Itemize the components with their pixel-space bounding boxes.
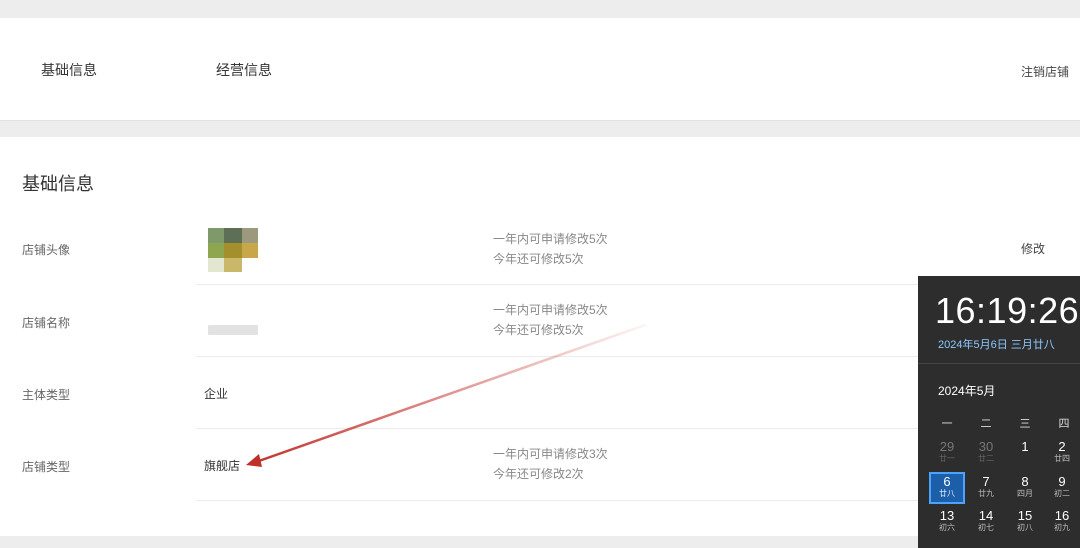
day-number: 15	[1017, 508, 1033, 523]
calendar-day[interactable]: 2 廿四	[1044, 437, 1080, 469]
lunar-date: 廿二	[978, 454, 994, 463]
day-number: 14	[978, 508, 994, 523]
calendar-day[interactable]: 16 初九	[1044, 506, 1080, 538]
day-number: 30	[978, 439, 994, 454]
day-number: 2	[1058, 439, 1066, 454]
lunar-date: 廿九	[978, 489, 994, 498]
calendar-day[interactable]: 13 初六	[929, 506, 965, 538]
weekday-header: 三	[1019, 418, 1031, 430]
lunar-date: 初六	[939, 523, 955, 532]
day-number: 16	[1054, 508, 1070, 523]
day-number: 7	[982, 474, 990, 489]
lunar-date: 廿四	[1054, 454, 1070, 463]
calendar-month-title[interactable]: 2024年5月	[938, 382, 995, 399]
day-number: 1	[1021, 439, 1029, 454]
calendar-day[interactable]: 8 四月	[1007, 472, 1043, 504]
calendar-day[interactable]: 14 初七	[968, 506, 1004, 538]
calendar-day[interactable]: 1	[1007, 437, 1043, 469]
lunar-date: 初八	[1017, 523, 1033, 532]
weekday-header: 四	[1058, 418, 1070, 430]
clock-time: 16:19:26	[935, 290, 1080, 331]
day-number: 29	[939, 439, 955, 454]
day-number: 9	[1058, 474, 1066, 489]
day-number: 8	[1021, 474, 1029, 489]
clock-calendar-flyout: 16:19:26 2024年5月6日 三月廿八 2024年5月 一 二 三 四 …	[918, 276, 1080, 548]
day-number: 6	[943, 474, 951, 489]
lunar-date: 初九	[1054, 523, 1070, 532]
day-number: 13	[939, 508, 955, 523]
calendar-day[interactable]: 15 初八	[1007, 506, 1043, 538]
lunar-date: 廿一	[939, 454, 955, 463]
calendar-day[interactable]: 7 廿九	[968, 472, 1004, 504]
calendar-day[interactable]: 30 廿二	[968, 437, 1004, 469]
calendar-day[interactable]: 9 初二	[1044, 472, 1080, 504]
calendar-day[interactable]: 29 廿一	[929, 437, 965, 469]
lunar-date: 四月	[1017, 489, 1033, 498]
clock-date-link[interactable]: 2024年5月6日 三月廿八	[938, 336, 1055, 352]
lunar-date: 初二	[1054, 489, 1070, 498]
lunar-date: 廿八	[939, 489, 955, 498]
flyout-divider	[918, 363, 1080, 364]
lunar-date: 初七	[978, 523, 994, 532]
calendar-day-today[interactable]: 6 廿八	[929, 472, 965, 504]
weekday-header: 二	[980, 418, 992, 430]
weekday-header: 一	[941, 418, 953, 430]
